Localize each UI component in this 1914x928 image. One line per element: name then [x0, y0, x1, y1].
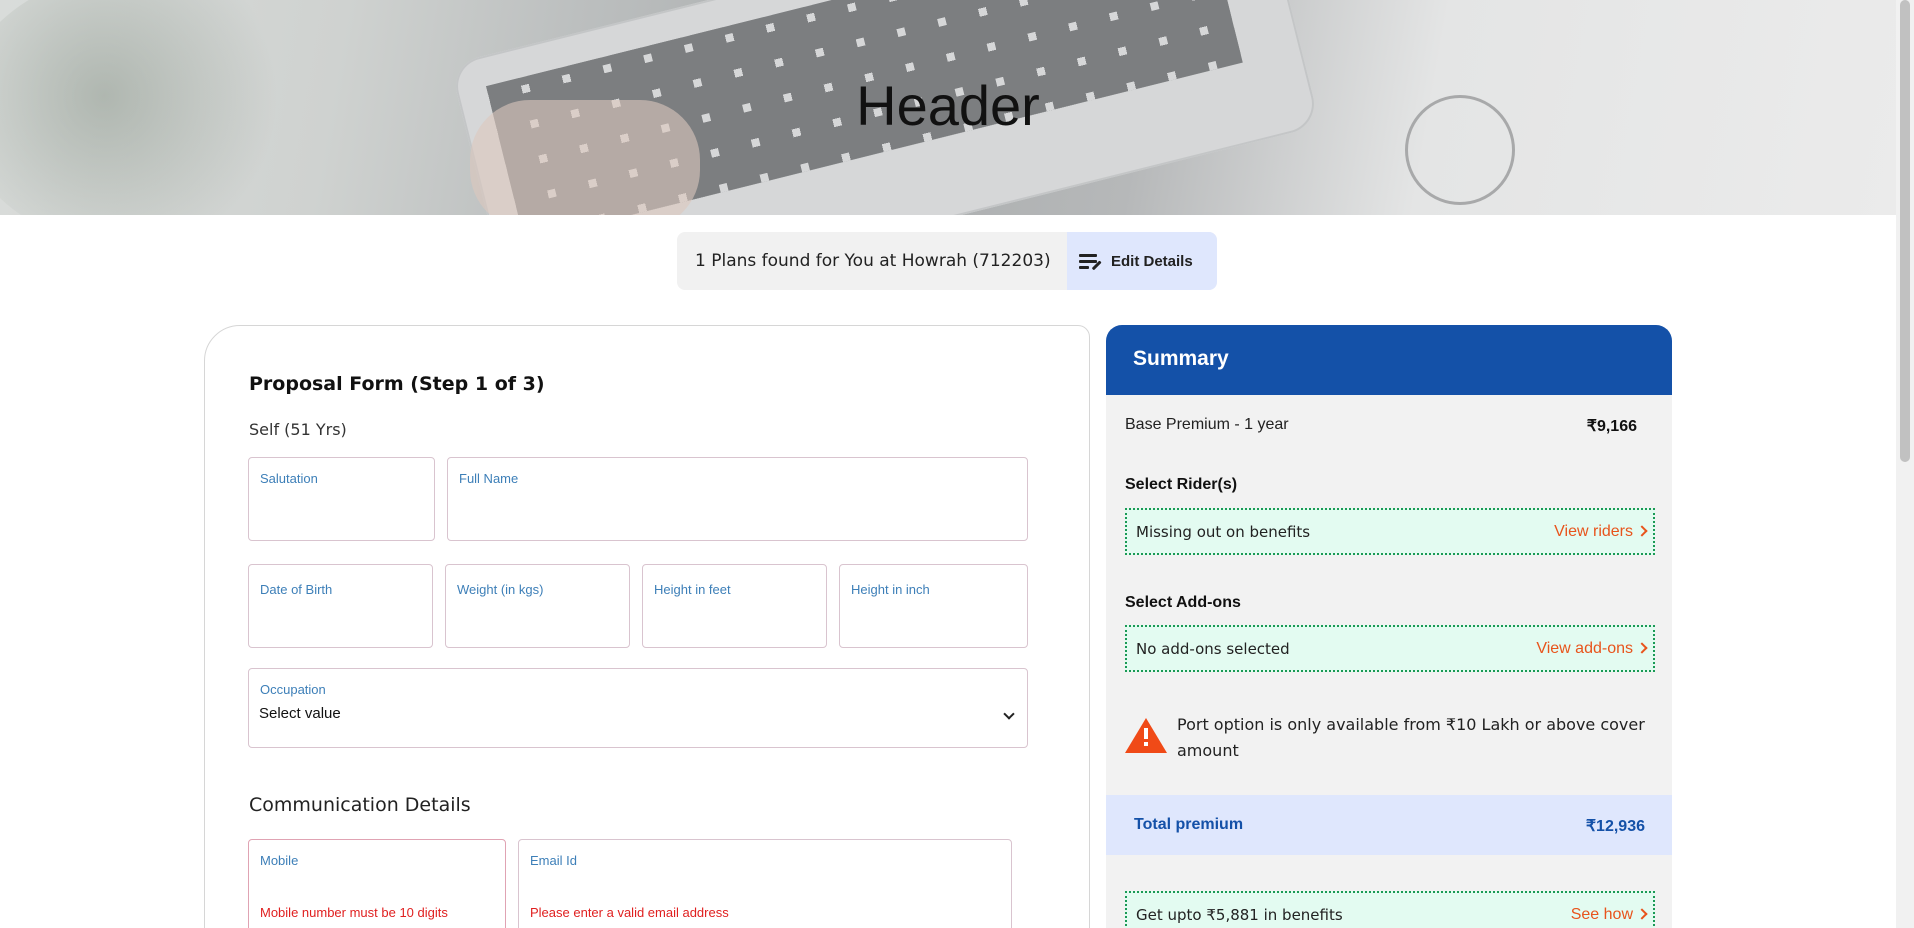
chevron-right-icon — [1636, 525, 1648, 537]
mobile-error: Mobile number must be 10 digits — [260, 905, 448, 920]
view-riders-box[interactable]: Missing out on benefits View riders — [1125, 508, 1655, 555]
header-title: Header — [856, 74, 1040, 137]
port-warning-text: Port option is only available from ₹10 L… — [1177, 715, 1645, 760]
height-inch-field[interactable]: Height in inch — [839, 564, 1028, 648]
edit-list-icon — [1079, 252, 1102, 271]
occupation-select[interactable]: Select value — [259, 705, 1015, 722]
header-banner: Header — [0, 0, 1896, 215]
form-title: Proposal Form (Step 1 of 3) — [249, 373, 545, 395]
addons-heading: Select Add-ons — [1125, 594, 1241, 611]
benefits-text: Get upto ₹5,881 in benefits — [1136, 906, 1343, 924]
total-premium-label: Total premium — [1134, 816, 1244, 833]
riders-text: Missing out on benefits — [1136, 523, 1311, 541]
salutation-label: Salutation — [260, 471, 318, 486]
height-feet-label: Height in feet — [654, 582, 731, 597]
height-inch-label: Height in inch — [851, 582, 930, 597]
base-premium-row: Base Premium - 1 year ₹9,166 — [1125, 416, 1637, 435]
view-addons-box[interactable]: No add-ons selected View add-ons — [1125, 625, 1655, 672]
email-error: Please enter a valid email address — [530, 905, 729, 920]
total-premium-value: ₹12,936 — [1585, 818, 1645, 835]
email-label: Email Id — [530, 853, 577, 868]
occupation-field[interactable]: Occupation Select value — [248, 668, 1028, 748]
member-label: Self (51 Yrs) — [249, 420, 347, 439]
plans-found-bar: 1 Plans found for You at Howrah (712203)… — [677, 232, 1217, 290]
email-field[interactable]: Email Id Please enter a valid email addr… — [518, 839, 1012, 928]
see-how-link[interactable]: See how — [1571, 906, 1633, 924]
mobile-field[interactable]: Mobile Mobile number must be 10 digits — [248, 839, 506, 928]
proposal-form-card: Proposal Form (Step 1 of 3) Self (51 Yrs… — [204, 325, 1090, 928]
weight-label: Weight (in kgs) — [457, 582, 544, 597]
dob-field[interactable]: Date of Birth — [248, 564, 433, 648]
total-premium-row: Total premium ₹12,936 — [1106, 795, 1672, 855]
full-name-field[interactable]: Full Name — [447, 457, 1028, 541]
weight-field[interactable]: Weight (in kgs) — [445, 564, 630, 648]
dob-label: Date of Birth — [260, 582, 333, 597]
chevron-right-icon — [1636, 908, 1648, 920]
salutation-field[interactable]: Salutation — [248, 457, 435, 541]
benefits-box[interactable]: Get upto ₹5,881 in benefits See how — [1125, 891, 1655, 928]
summary-title: Summary — [1106, 325, 1672, 395]
mobile-label: Mobile — [260, 853, 299, 868]
chevron-right-icon — [1636, 642, 1648, 654]
summary-panel: Summary Base Premium - 1 year ₹9,166 Sel… — [1106, 325, 1672, 928]
base-premium-value: ₹9,166 — [1586, 418, 1637, 435]
view-addons-link[interactable]: View add-ons — [1536, 640, 1633, 658]
edit-details-button[interactable]: Edit Details — [1067, 232, 1217, 290]
height-feet-field[interactable]: Height in feet — [642, 564, 827, 648]
view-riders-link[interactable]: View riders — [1554, 523, 1633, 541]
communication-details-heading: Communication Details — [249, 794, 471, 816]
riders-heading: Select Rider(s) — [1125, 476, 1238, 493]
edit-details-label: Edit Details — [1111, 252, 1193, 270]
page-scrollbar[interactable] — [1896, 0, 1914, 928]
plans-found-text: 1 Plans found for You at Howrah (712203) — [695, 251, 1051, 271]
base-premium-label: Base Premium - 1 year — [1125, 416, 1289, 433]
full-name-label: Full Name — [459, 471, 519, 486]
scrollbar-thumb[interactable] — [1900, 0, 1910, 462]
addons-text: No add-ons selected — [1136, 640, 1290, 658]
warning-icon — [1125, 718, 1167, 753]
occupation-label: Occupation — [260, 682, 326, 697]
